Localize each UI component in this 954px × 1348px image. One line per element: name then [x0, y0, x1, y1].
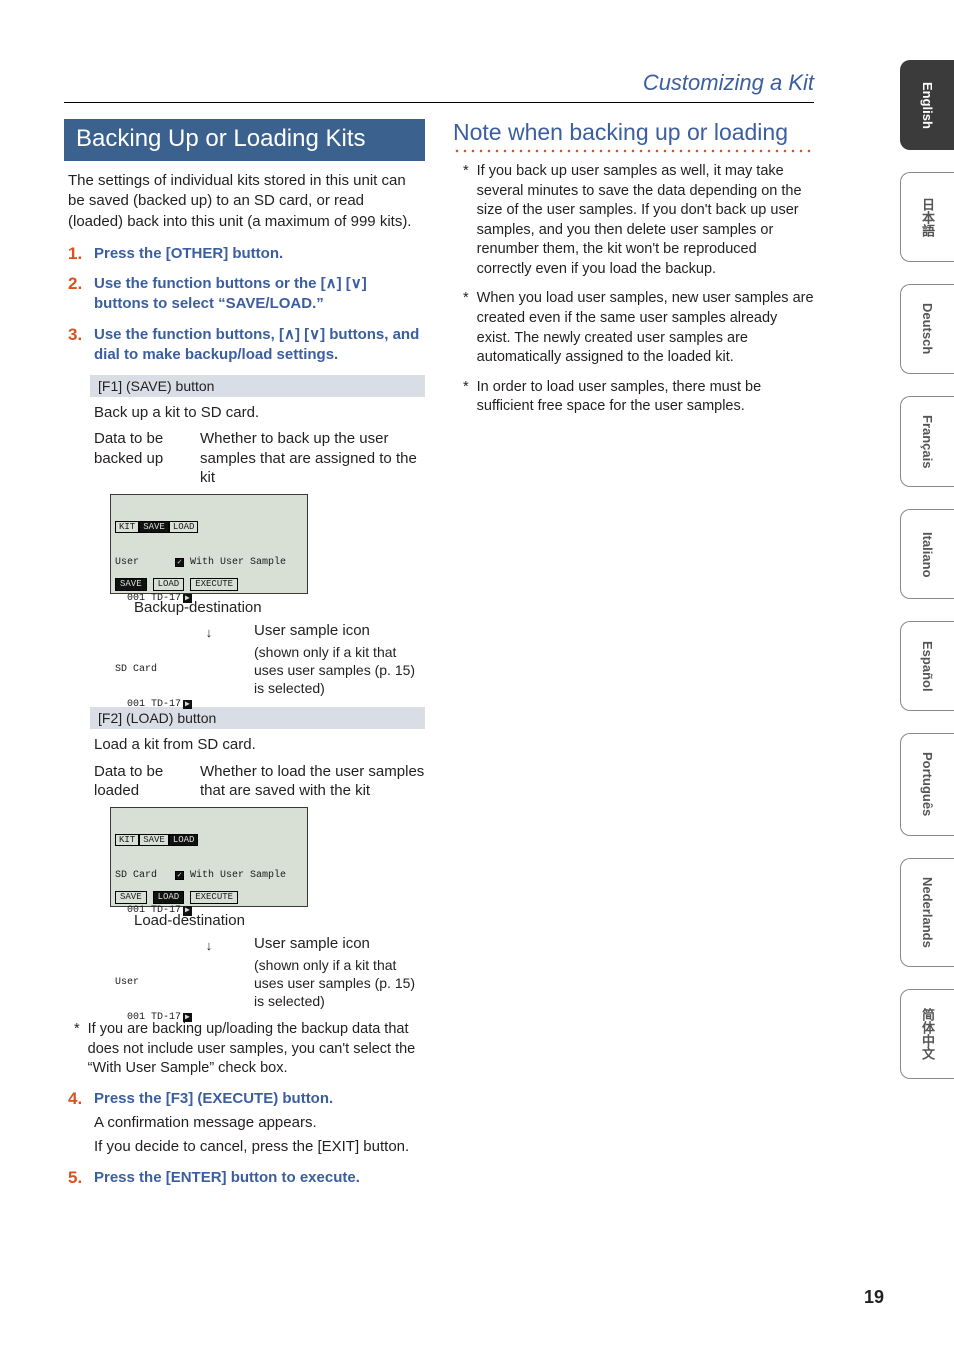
lcd-tab-save: SAVE [139, 834, 169, 846]
lcd-with-sample: With User Sample [190, 557, 286, 568]
language-tabs: English 日本語 Deutsch Français Italiano Es… [900, 60, 954, 1079]
note-1: If you back up user samples as well, it … [477, 162, 814, 279]
f1-save-header: [F1] (SAVE) button [90, 375, 425, 397]
user-sample-icon: ▶ [183, 594, 192, 603]
checkbox-icon: ✓ [175, 558, 184, 567]
f1-anno-left: Data to be backed up [94, 429, 186, 488]
lcd-label-sdcard: SD Card [115, 664, 303, 676]
lcd-row2: 001 TD-17 [115, 699, 181, 710]
lcd-fbtn-execute: EXECUTE [190, 891, 238, 903]
lcd-tab-kit: KIT [115, 521, 139, 533]
lang-tab-nederlands[interactable]: Nederlands [900, 858, 954, 967]
lang-tab-portugues[interactable]: Português [900, 733, 954, 835]
right-column: Note when backing up or loading * If you… [453, 119, 814, 1198]
lang-tab-japanese[interactable]: 日本語 [900, 172, 954, 262]
step-2: Use the function buttons or the [∧] [∨] … [68, 274, 425, 315]
note-2: When you load user samples, new user sam… [477, 289, 814, 367]
asterisk-icon: * [74, 1020, 80, 1079]
lcd-tab-kit: KIT [115, 834, 139, 846]
note-3: In order to load user samples, there mus… [477, 378, 814, 417]
user-sample-icon: ▶ [183, 1013, 192, 1022]
step-4-body2: If you decide to cancel, press the [EXIT… [94, 1137, 425, 1157]
f2-anno-left: Data to be loaded [94, 762, 186, 801]
lcd-fbtn-load: LOAD [153, 891, 185, 903]
arrow-down-icon: ↓ [115, 628, 303, 640]
intro-paragraph: The settings of individual kits stored i… [64, 171, 425, 244]
step-1-text: Press the [OTHER] button. [94, 244, 425, 264]
asterisk-icon: * [463, 289, 469, 367]
lcd-label-user: User [115, 557, 139, 568]
f2-anno-right: Whether to load the user samples that ar… [200, 762, 425, 801]
lcd-tab-save: SAVE [139, 521, 169, 533]
user-sample-icon: ▶ [183, 700, 192, 709]
asterisk-icon: * [463, 162, 469, 279]
lcd-with-sample: With User Sample [190, 870, 286, 881]
lang-tab-deutsch[interactable]: Deutsch [900, 284, 954, 374]
lcd-tab-load: LOAD [169, 521, 199, 533]
checkbox-icon: ✓ [175, 871, 184, 880]
step-3: Use the function buttons, [∧] [∨] button… [68, 325, 425, 1079]
f1-desc: Back up a kit to SD card. [94, 403, 425, 423]
lang-tab-italiano[interactable]: Italiano [900, 509, 954, 599]
step-4-body1: A confirmation message appears. [94, 1113, 425, 1133]
step-2-text: Use the function buttons or the [∧] [∨] … [94, 274, 425, 315]
lcd-fbtn-execute: EXECUTE [190, 578, 238, 590]
lcd-row1: 001 TD-17 [115, 593, 181, 604]
lang-tab-chinese[interactable]: 简体中文 [900, 989, 954, 1079]
step-4: Press the [F3] (EXECUTE) button. A confi… [68, 1089, 425, 1158]
lcd-row2: 001 TD-17 [115, 1012, 181, 1023]
step-3-text: Use the function buttons, [∧] [∨] button… [94, 325, 425, 366]
lang-tab-francais[interactable]: Français [900, 396, 954, 487]
note-section-title: Note when backing up or loading [453, 119, 814, 146]
lang-tab-english[interactable]: English [900, 60, 954, 150]
section-title-backing-up: Backing Up or Loading Kits [64, 119, 425, 161]
asterisk-icon: * [463, 378, 469, 417]
step-1: Press the [OTHER] button. [68, 244, 425, 264]
lcd-label-sdcard: SD Card [115, 870, 157, 881]
lcd-row1: 001 TD-17 [115, 905, 181, 916]
lcd-fbtn-save: SAVE [115, 578, 147, 590]
step-5: Press the [ENTER] button to execute. [68, 1168, 425, 1188]
lcd-fbtn-load: LOAD [153, 578, 185, 590]
f1-anno-right: Whether to back up the user samples that… [200, 429, 425, 488]
arrow-down-icon: ↓ [115, 941, 303, 953]
step-4-head: Press the [F3] (EXECUTE) button. [94, 1089, 425, 1109]
page-number: 19 [864, 1287, 884, 1308]
step-5-text: Press the [ENTER] button to execute. [94, 1168, 425, 1188]
left-column: Backing Up or Loading Kits The settings … [64, 119, 425, 1198]
dotted-rule [453, 148, 814, 154]
lcd-save-screenshot: KIT SAVE LOAD User ✓ With User Sample 00… [110, 494, 308, 594]
lcd-fbtn-save: SAVE [115, 891, 147, 903]
page-header: Customizing a Kit [64, 70, 814, 103]
lang-tab-espanol[interactable]: Español [900, 621, 954, 711]
lcd-label-user: User [115, 977, 303, 989]
lcd-tab-load: LOAD [169, 834, 199, 846]
user-sample-icon: ▶ [183, 906, 192, 915]
lcd-load-screenshot: KIT SAVE LOAD SD Card ✓ With User Sample… [110, 807, 308, 907]
